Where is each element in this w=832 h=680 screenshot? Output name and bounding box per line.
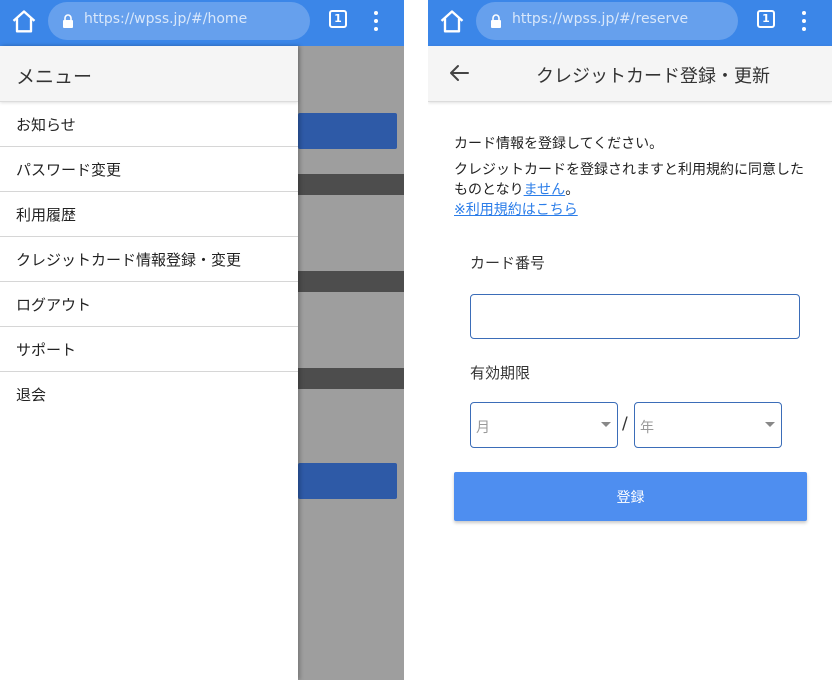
background-bar [298, 271, 404, 292]
menu-item-usage-history[interactable]: 利用履歴 [0, 192, 298, 237]
menu-item-logout[interactable]: ログアウト [0, 282, 298, 327]
menu-item-support[interactable]: サポート [0, 327, 298, 372]
expiry-month-select[interactable]: 月 [470, 402, 618, 448]
card-number-label: カード番号 [470, 254, 546, 272]
dropdown-caret-icon [601, 422, 611, 427]
menu-item-credit-card[interactable]: クレジットカード情報登録・変更 [0, 237, 298, 282]
expiry-year-select[interactable]: 年 [634, 402, 782, 448]
drawer-header: メニュー [0, 46, 298, 102]
lock-icon [63, 14, 73, 28]
lock-icon [491, 14, 501, 28]
register-button[interactable]: 登録 [454, 472, 807, 521]
tab-switcher-button[interactable]: 1 [329, 10, 347, 28]
terms-of-use-link[interactable]: ※利用規約はこちら [454, 202, 578, 218]
expiry-separator: / [622, 414, 628, 434]
terms-notice-end: 。 [565, 182, 580, 198]
page-title: クレジットカード登録・更新 [536, 66, 770, 87]
background-bar [298, 368, 404, 389]
browser-toolbar: https://wpss.jp/#/reserve 1 [428, 0, 832, 46]
address-bar[interactable]: https://wpss.jp/#/reserve [476, 2, 738, 40]
terms-inline-link[interactable]: ません [524, 182, 566, 198]
card-number-input[interactable] [470, 294, 800, 339]
browser-toolbar: https://wpss.jp/#/home 1 [0, 0, 404, 46]
background-button [298, 463, 397, 499]
terms-notice: クレジットカードを登録されますと利用規約に同意したものとなりません。 [454, 160, 814, 200]
more-vert-icon[interactable] [368, 10, 384, 32]
dropdown-caret-icon [765, 422, 775, 427]
menu-item-withdraw[interactable]: 退会 [0, 372, 298, 417]
background-bar [298, 174, 404, 195]
url-text: https://wpss.jp/#/home [84, 11, 248, 27]
tab-switcher-button[interactable]: 1 [757, 10, 775, 28]
expiry-label: 有効期限 [470, 364, 531, 382]
intro-text: カード情報を登録してください。 クレジットカードを登録されますと利用規約に同意し… [454, 134, 814, 226]
home-screen: https://wpss.jp/#/home 1 メニュー お知らせ パスワード… [0, 0, 404, 680]
reserve-screen: https://wpss.jp/#/reserve 1 クレジットカード登録・更… [428, 0, 832, 680]
expiry-month-placeholder: 月 [476, 420, 490, 436]
app-bar: クレジットカード登録・更新 [428, 46, 832, 102]
home-icon[interactable] [10, 8, 38, 36]
drawer-title: メニュー [16, 66, 93, 88]
expiry-year-placeholder: 年 [640, 420, 654, 436]
terms-notice-text: クレジットカードを登録されますと利用規約に同意したものとなり [454, 162, 804, 198]
menu-item-change-password[interactable]: パスワード変更 [0, 147, 298, 192]
navigation-drawer: メニュー お知らせ パスワード変更 利用履歴 クレジットカード情報登録・変更 ロ… [0, 46, 298, 680]
back-arrow-icon[interactable] [448, 62, 470, 84]
address-bar[interactable]: https://wpss.jp/#/home [48, 2, 310, 40]
menu-item-notices[interactable]: お知らせ [0, 102, 298, 147]
home-icon[interactable] [438, 8, 466, 36]
url-text: https://wpss.jp/#/reserve [512, 11, 689, 27]
instruction-text: カード情報を登録してください。 [454, 136, 664, 152]
more-vert-icon[interactable] [796, 10, 812, 32]
background-button [298, 113, 397, 149]
